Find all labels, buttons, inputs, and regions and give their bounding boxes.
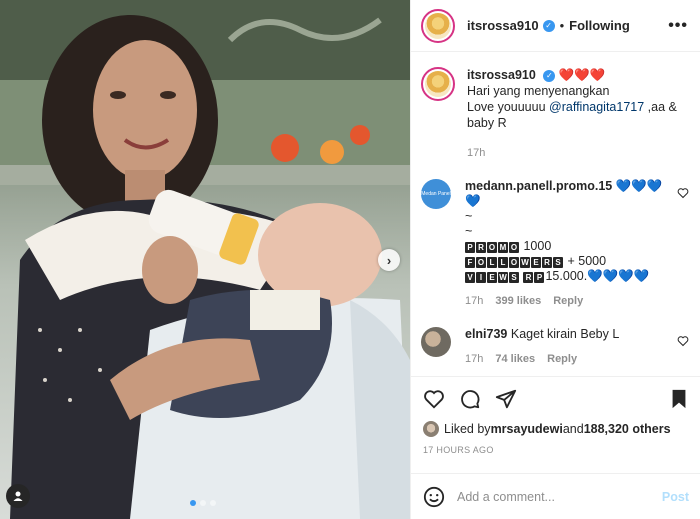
carousel-indicator: [190, 500, 216, 506]
comment-bubble-icon[interactable]: [459, 388, 481, 410]
boxed-letter: O: [509, 242, 519, 253]
author-username[interactable]: itsrossa910: [467, 18, 539, 33]
boxed-letter: R: [523, 272, 534, 283]
boxed-letter: L: [487, 257, 497, 268]
boxed-letter: E: [531, 257, 541, 268]
reply-button[interactable]: Reply: [547, 352, 577, 367]
boxed-letter: V: [465, 272, 475, 283]
boxed-letter: P: [465, 242, 475, 253]
carousel-dot: [200, 500, 206, 506]
add-comment-bar: Post: [411, 473, 700, 519]
likes-count[interactable]: 188,320 others: [584, 422, 671, 436]
boxed-letter: L: [498, 257, 508, 268]
carousel-dot: [210, 500, 216, 506]
caption-mention-link[interactable]: @raffinagita1717: [549, 100, 644, 114]
post-comment-button[interactable]: Post: [662, 490, 689, 504]
post-photo[interactable]: ›: [0, 0, 410, 519]
comment-text-tilde: ~: [465, 224, 473, 238]
post-side-panel: itsrossa910 ✓ • Following ••• itsrossa91…: [410, 0, 700, 519]
comment-likes[interactable]: 399 likes: [495, 294, 541, 309]
separator-dot: •: [559, 18, 565, 33]
boxed-letter: S: [509, 272, 519, 283]
instagram-post-modal: › itsrossa910 ✓ • Following ••• itsrossa…: [0, 0, 700, 519]
commenter-avatar[interactable]: [421, 327, 451, 357]
emoji-smiley-icon[interactable]: [423, 486, 445, 508]
rp-word: RP: [523, 269, 545, 283]
like-comment-heart-icon[interactable]: [677, 187, 689, 199]
caption-line-3: baby R: [467, 116, 507, 130]
tagged-users-button[interactable]: [6, 484, 30, 508]
caption-hearts: ❤️❤️❤️: [558, 68, 606, 82]
like-heart-icon[interactable]: [423, 388, 445, 410]
commenter-username[interactable]: elni739: [465, 327, 507, 341]
reply-button[interactable]: Reply: [553, 294, 583, 309]
caption-line-2-prefix: Love youuuuu: [467, 100, 550, 114]
verified-badge-icon: ✓: [543, 69, 556, 82]
photo-scene: [0, 0, 410, 519]
liked-by-prefix: Liked by: [444, 422, 491, 436]
boxed-letter: W: [498, 272, 508, 283]
post-header: itsrossa910 ✓ • Following •••: [411, 0, 700, 52]
liked-by-middle: and: [562, 422, 584, 436]
verified-badge-icon: ✓: [542, 19, 555, 32]
save-bookmark-icon[interactable]: [669, 388, 689, 410]
boxed-letter: P: [534, 272, 545, 283]
boxed-letter: S: [553, 257, 563, 268]
boxed-letter: M: [498, 242, 508, 253]
commenter-username[interactable]: medann.panell.promo.15: [465, 179, 612, 193]
carousel-dot: [190, 500, 196, 506]
comment-text-tilde: ~: [465, 209, 473, 223]
next-photo-button[interactable]: ›: [378, 249, 400, 271]
boxed-letter: O: [487, 242, 497, 253]
caption-line-2-suffix: ,aa &: [644, 100, 677, 114]
liked-by-row: Liked by mrsayudewi and 188,320 others: [423, 421, 689, 437]
user-icon: [13, 491, 23, 501]
views-value: 15.000.💙💙💙💙: [545, 269, 650, 283]
promo-value: 1000: [520, 239, 552, 253]
liker-avatar[interactable]: [423, 421, 439, 437]
comment-time[interactable]: 17h: [465, 352, 483, 367]
caption-username[interactable]: itsrossa910: [467, 68, 536, 82]
share-paper-plane-icon[interactable]: [495, 388, 517, 410]
followers-word: FOLLOWERS: [465, 254, 564, 268]
like-comment-heart-icon[interactable]: [677, 335, 689, 347]
chevron-right-icon: ›: [386, 252, 392, 268]
author-avatar[interactable]: [421, 8, 455, 43]
boxed-letter: R: [542, 257, 552, 268]
followers-value: + 5000: [564, 254, 607, 268]
boxed-letter: O: [476, 257, 486, 268]
caption-line-1: Hari yang menyenangkan: [467, 84, 610, 98]
post-timestamp[interactable]: 17 HOURS AGO: [423, 445, 689, 455]
commenter-avatar-text: Medan Panel: [421, 191, 451, 197]
promo-word: PROMO: [465, 239, 520, 253]
boxed-letter: W: [520, 257, 530, 268]
post-actions: Liked by mrsayudewi and 188,320 others 1…: [411, 376, 700, 455]
comment-text: Kaget kirain Beby L: [510, 327, 620, 341]
comment-likes[interactable]: 74 likes: [495, 352, 535, 367]
boxed-letter: O: [509, 257, 519, 268]
caption-time[interactable]: 17h: [467, 145, 677, 161]
caption-avatar[interactable]: [421, 67, 455, 101]
comment-input[interactable]: [457, 489, 662, 504]
commenter-avatar[interactable]: Medan Panel: [421, 179, 451, 209]
boxed-letter: E: [487, 272, 497, 283]
comment-time[interactable]: 17h: [465, 294, 483, 309]
boxed-letter: F: [465, 257, 475, 268]
boxed-letter: R: [476, 242, 486, 253]
liked-by-user[interactable]: mrsayudewi: [491, 422, 563, 436]
views-word: VIEWS: [465, 269, 520, 283]
following-button[interactable]: Following: [569, 18, 630, 33]
boxed-letter: I: [476, 272, 486, 283]
comments-section[interactable]: itsrossa910 ✓ ❤️❤️❤️ Hari yang menyenang…: [411, 53, 700, 375]
comment-item: elni739 Kaget kirain Beby L 17h 74 likes…: [421, 327, 689, 367]
comment-item: Medan Panel medann.panell.promo.15 💙💙💙💙 …: [421, 179, 689, 309]
caption: itsrossa910 ✓ ❤️❤️❤️ Hari yang menyenang…: [421, 67, 689, 161]
more-options-icon[interactable]: •••: [668, 17, 688, 35]
